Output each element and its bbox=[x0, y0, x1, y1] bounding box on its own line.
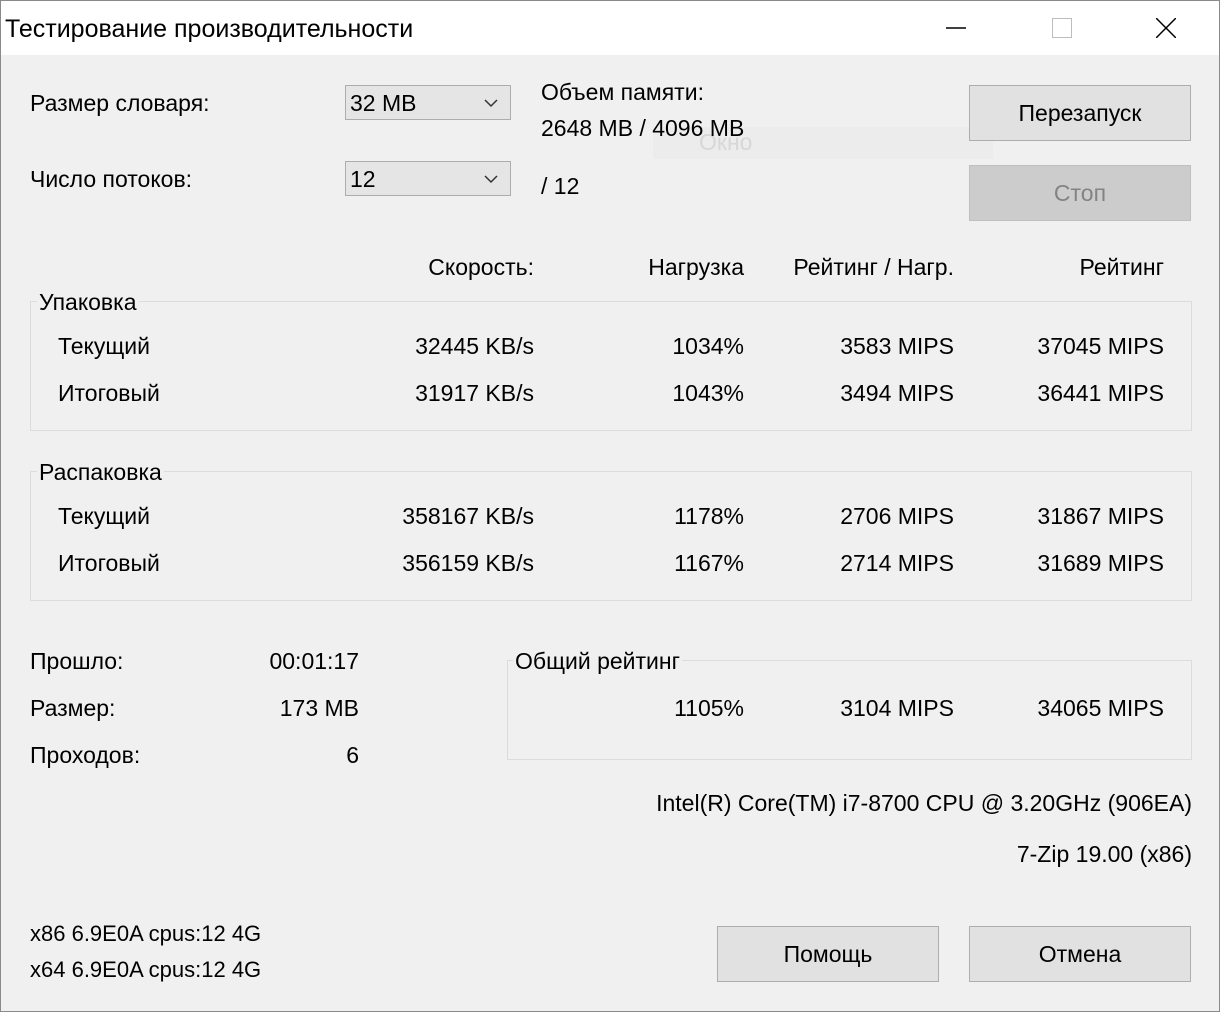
cpu-info: Intel(R) Core(TM) i7-8700 CPU @ 3.20GHz … bbox=[656, 790, 1192, 816]
benchmark-window: Тестирование производительности Окно Раз… bbox=[0, 0, 1220, 1012]
close-button[interactable] bbox=[1113, 1, 1219, 55]
passes-value: 6 bbox=[346, 742, 359, 768]
close-icon bbox=[1156, 18, 1176, 38]
size-label: Размер: bbox=[30, 695, 116, 721]
row-label: Итоговый bbox=[58, 380, 160, 406]
total-usage-value: 1105% bbox=[674, 695, 744, 721]
cpu-info-line-2: x64 6.9E0A cpus:12 4G bbox=[30, 957, 262, 982]
rating-usage-value: 3494 MIPS bbox=[840, 380, 954, 406]
threads-value: 12 bbox=[350, 166, 376, 192]
total-rating-usage-value: 3104 MIPS bbox=[840, 695, 954, 721]
speed-value: 356159 KB/s bbox=[402, 550, 534, 576]
speed-value: 32445 KB/s bbox=[415, 333, 534, 359]
usage-value: 1167% bbox=[674, 550, 744, 576]
dict-size-label: Размер словаря: bbox=[30, 90, 210, 116]
rating-usage-value: 2706 MIPS bbox=[840, 503, 954, 529]
title-bar[interactable]: Тестирование производительности bbox=[1, 1, 1219, 55]
col-usage-header: Нагрузка bbox=[648, 254, 744, 280]
minimize-button[interactable] bbox=[903, 1, 1009, 55]
dict-size-select[interactable]: 32 MB bbox=[345, 85, 511, 120]
minimize-icon bbox=[946, 27, 966, 29]
threads-label: Число потоков: bbox=[30, 166, 193, 192]
elapsed-value: 00:01:17 bbox=[269, 648, 359, 674]
row-label: Итоговый bbox=[58, 550, 160, 576]
memory-value: 2648 MB / 4096 MB bbox=[541, 115, 745, 141]
rating-usage-value: 2714 MIPS bbox=[840, 550, 954, 576]
rating-value: 31689 MIPS bbox=[1037, 550, 1164, 576]
rating-value: 37045 MIPS bbox=[1037, 333, 1164, 359]
decompress-group-title: Распаковка bbox=[37, 459, 164, 486]
col-rating-header: Рейтинг bbox=[1079, 254, 1164, 280]
window-title: Тестирование производительности bbox=[5, 15, 414, 43]
rating-value: 31867 MIPS bbox=[1037, 503, 1164, 529]
compress-group bbox=[30, 301, 1192, 431]
col-rating-usage-header: Рейтинг / Нагр. bbox=[793, 254, 954, 280]
dict-size-value: 32 MB bbox=[350, 90, 417, 116]
usage-value: 1034% bbox=[672, 333, 744, 359]
usage-value: 1178% bbox=[674, 503, 744, 529]
row-label: Текущий bbox=[58, 503, 150, 529]
row-label: Текущий bbox=[58, 333, 150, 359]
version-info: 7-Zip 19.00 (x86) bbox=[1016, 841, 1192, 867]
cpu-info-line-1: x86 6.9E0A cpus:12 4G bbox=[30, 921, 262, 946]
elapsed-label: Прошло: bbox=[30, 648, 124, 674]
rating-value: 36441 MIPS bbox=[1037, 380, 1164, 406]
cancel-button[interactable]: Отмена bbox=[969, 926, 1191, 982]
col-speed-header: Скорость: bbox=[428, 254, 534, 280]
threads-select[interactable]: 12 bbox=[345, 161, 511, 196]
chevron-down-icon bbox=[484, 175, 498, 184]
help-button[interactable]: Помощь bbox=[717, 926, 939, 982]
usage-value: 1043% bbox=[672, 380, 744, 406]
speed-value: 31917 KB/s bbox=[415, 380, 534, 406]
speed-value: 358167 KB/s bbox=[402, 503, 534, 529]
passes-label: Проходов: bbox=[30, 742, 141, 768]
total-rating-title: Общий рейтинг bbox=[513, 648, 682, 675]
maximize-icon bbox=[1052, 18, 1072, 38]
stop-button[interactable]: Стоп bbox=[969, 165, 1191, 221]
compress-group-title: Упаковка bbox=[37, 289, 139, 316]
decompress-group bbox=[30, 471, 1192, 601]
maximize-button[interactable] bbox=[1009, 1, 1115, 55]
restart-button[interactable]: Перезапуск bbox=[969, 85, 1191, 141]
rating-usage-value: 3583 MIPS bbox=[840, 333, 954, 359]
size-value: 173 MB bbox=[279, 695, 359, 721]
threads-total: / 12 bbox=[541, 173, 580, 199]
chevron-down-icon bbox=[484, 99, 498, 108]
memory-label: Объем памяти: bbox=[541, 79, 704, 105]
total-rating-value: 34065 MIPS bbox=[1037, 695, 1164, 721]
